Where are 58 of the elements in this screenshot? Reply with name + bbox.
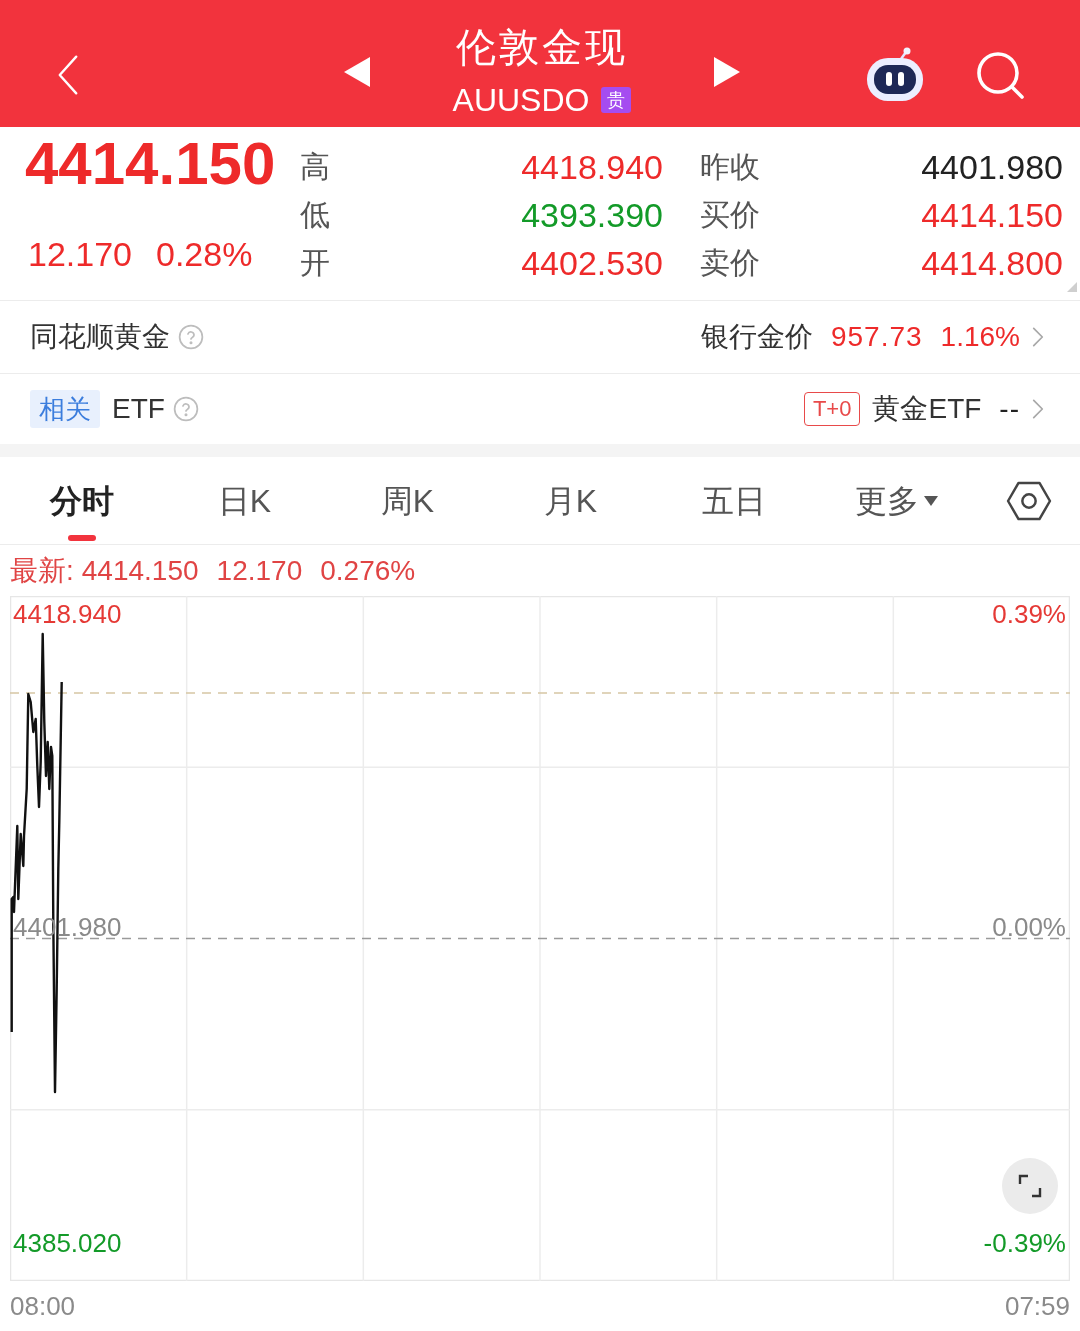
price-axis-label: 4418.940	[13, 599, 122, 629]
last-price: 4414.150	[25, 132, 276, 196]
stat-value: 4401.980	[921, 147, 1063, 187]
caret-down-icon	[924, 495, 938, 506]
stat-value: 4414.150	[921, 195, 1063, 235]
time-axis-label: 07:59	[1004, 1290, 1070, 1321]
chart-tab[interactable]: 周K	[372, 457, 443, 544]
robot-icon	[865, 47, 925, 103]
stat-value: 4414.800	[921, 243, 1063, 283]
chevron-right-icon[interactable]	[1032, 398, 1044, 420]
latest-label: 最新:	[10, 553, 74, 588]
stat-label: 开	[300, 245, 330, 281]
chevron-right-icon[interactable]	[1032, 326, 1044, 348]
stat-value: 4393.390	[521, 195, 663, 235]
settings-icon	[1006, 480, 1052, 521]
price-change-percent: 0.28%	[156, 234, 253, 274]
row-label: 黄金ETF	[872, 392, 982, 426]
latest-price: 4414.150	[81, 553, 199, 588]
stat-value: 4418.940	[521, 147, 663, 187]
corner-triangle-icon	[1067, 282, 1077, 292]
row-change-percent: 1.16%	[940, 320, 1020, 354]
latest-change-percent: 0.276%	[320, 553, 416, 588]
stat-label: 高	[300, 149, 330, 185]
chart-tab[interactable]: 分时	[41, 457, 122, 544]
percent-axis-label: -0.39%	[983, 1228, 1066, 1258]
symbol-code: AUUSDO	[452, 82, 590, 118]
search-icon	[975, 50, 1025, 100]
page-title: 伦敦金现	[456, 24, 628, 70]
stat-label: 低	[300, 197, 330, 233]
assistant-button[interactable]	[865, 47, 925, 103]
time-axis-label: 08:00	[10, 1290, 76, 1321]
stat-label: 买价	[700, 197, 760, 233]
row-label: 银行金价	[700, 320, 813, 354]
row-value: --	[999, 392, 1020, 426]
related-tag: 相关	[30, 390, 100, 428]
row-title: 同花顺黄金	[30, 320, 170, 354]
chart-tab[interactable]: 月K	[535, 457, 606, 544]
row-title: ETF	[112, 392, 165, 426]
chart-tab[interactable]: 五日	[693, 457, 774, 544]
triangle-right-icon	[714, 57, 740, 87]
fullscreen-button[interactable]	[1002, 1158, 1058, 1214]
active-tab-indicator	[67, 535, 96, 541]
stat-label: 昨收	[700, 149, 760, 185]
expand-icon	[1018, 1174, 1042, 1198]
category-badge: 贵	[601, 87, 632, 113]
stat-label: 卖价	[700, 245, 760, 281]
price-change: 12.170	[28, 234, 132, 274]
price-axis-label: 4385.020	[13, 1228, 122, 1258]
row-value: 957.73	[830, 320, 923, 354]
latest-change: 12.170	[216, 553, 303, 588]
stat-value: 4402.530	[521, 243, 663, 283]
chevron-left-icon	[57, 54, 79, 96]
triangle-left-icon	[344, 57, 370, 87]
percent-axis-label: 0.00%	[992, 911, 1066, 942]
trading-badge: T+0	[803, 392, 861, 426]
chart-tab[interactable]: 日K	[209, 457, 280, 544]
chart-tab[interactable]: 更多	[847, 457, 946, 544]
percent-axis-label: 0.39%	[992, 599, 1066, 629]
